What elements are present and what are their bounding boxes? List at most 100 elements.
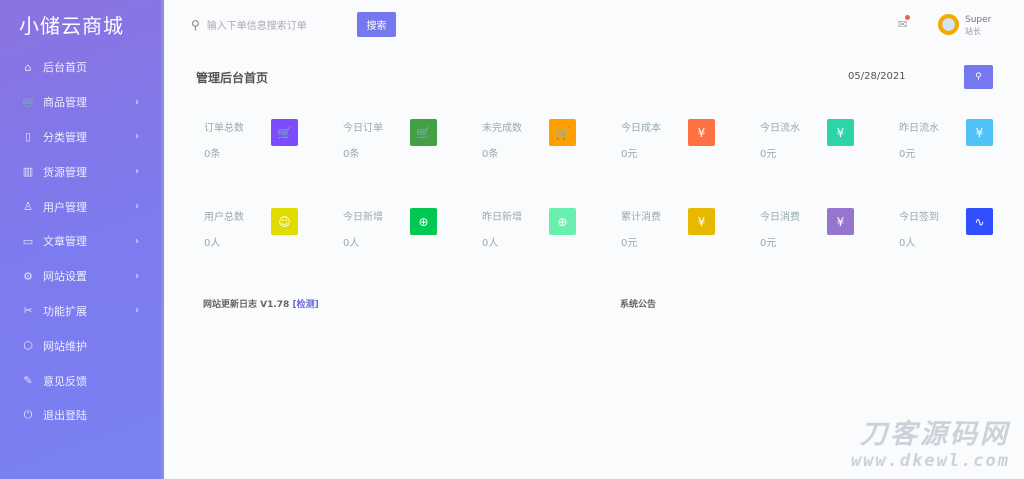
cart-icon: 🛒 bbox=[22, 95, 36, 109]
stat-label: 今日流水 bbox=[760, 123, 800, 134]
stat-value: 0条 bbox=[204, 149, 221, 160]
top-bar: ⚲ 输入下单信息搜索订单 搜索 ✉ Super 站长 bbox=[167, 0, 1024, 50]
stat-icon: ¥ bbox=[688, 208, 715, 235]
stat-label: 今日新增 bbox=[343, 212, 383, 223]
sidebar-item-5[interactable]: ▭ 文章管理 › bbox=[0, 224, 161, 259]
stat-card: 累计消费 0元 ¥ bbox=[621, 208, 751, 268]
stat-card: 用户总数 0人 ☺ bbox=[204, 208, 334, 268]
stat-card: 未完成数 0条 🛒 bbox=[482, 119, 612, 179]
avatar[interactable] bbox=[938, 14, 959, 35]
sidebar-item-10[interactable]: ⏻ 退出登陆 bbox=[0, 398, 161, 433]
mail-icon[interactable]: ✉ bbox=[898, 15, 911, 31]
stat-value: 0元 bbox=[621, 149, 638, 160]
stat-icon: ¥ bbox=[966, 119, 993, 146]
sidebar-item-0[interactable]: ⌂ 后台首页 bbox=[0, 50, 161, 85]
search-button[interactable]: 搜索 bbox=[357, 12, 396, 37]
sidebar-item-label: 用户管理 bbox=[43, 200, 87, 214]
stat-label: 今日订单 bbox=[343, 123, 383, 134]
sidebar-item-8[interactable]: ⬡ 网站维护 bbox=[0, 328, 161, 363]
stat-value: 0条 bbox=[482, 149, 499, 160]
stat-value: 0人 bbox=[343, 238, 360, 249]
sidebar: 小储云商城 ⌂ 后台首页 🛒 商品管理 › ▯ 分类管理 › ▥ 货源管理 › ♙ 用户管理 › ▭ 文章管理… bbox=[0, 0, 164, 479]
stat-value: 0人 bbox=[204, 238, 221, 249]
stat-label: 订单总数 bbox=[204, 123, 244, 134]
sidebar-item-label: 文章管理 bbox=[43, 235, 87, 249]
stat-card: 订单总数 0条 🛒 bbox=[204, 119, 334, 179]
date-input[interactable]: 05/28/2021 bbox=[848, 71, 906, 82]
power-icon: ⏻ bbox=[23, 408, 33, 422]
stat-label: 昨日流水 bbox=[899, 123, 939, 134]
stat-card: 今日成本 0元 ¥ bbox=[621, 119, 751, 179]
extension-icon: ✂ bbox=[23, 304, 33, 318]
stat-label: 今日签到 bbox=[899, 212, 939, 223]
category-icon: ▯ bbox=[24, 130, 32, 144]
stat-label: 用户总数 bbox=[204, 212, 244, 223]
chevron-right-icon: › bbox=[135, 131, 139, 143]
stat-icon: ¥ bbox=[688, 119, 715, 146]
sidebar-item-2[interactable]: ▯ 分类管理 › bbox=[0, 120, 161, 155]
stat-card: 今日消费 0元 ¥ bbox=[760, 208, 890, 268]
sidebar-item-label: 货源管理 bbox=[43, 165, 87, 179]
sidebar-item-9[interactable]: ✎ 意见反馈 bbox=[0, 363, 161, 398]
check-update-link[interactable]: [检测] bbox=[292, 300, 318, 310]
stat-label: 累计消费 bbox=[621, 212, 661, 223]
stat-value: 0元 bbox=[621, 238, 638, 249]
sidebar-item-4[interactable]: ♙ 用户管理 › bbox=[0, 189, 161, 224]
stat-card: 今日新增 0人 ⊕ bbox=[343, 208, 473, 268]
user-role: 站长 bbox=[965, 27, 981, 36]
search-icon: ⚲ bbox=[975, 72, 982, 82]
feedback-icon: ✎ bbox=[23, 374, 33, 388]
sidebar-item-label: 退出登陆 bbox=[43, 409, 87, 423]
app-logo: 小储云商城 bbox=[19, 14, 124, 38]
chevron-right-icon: › bbox=[135, 235, 139, 247]
stat-value: 0条 bbox=[343, 149, 360, 160]
chevron-right-icon: › bbox=[135, 305, 139, 317]
sidebar-item-6[interactable]: ⚙ 网站设置 › bbox=[0, 259, 161, 294]
watermark: 刀客源码网 www.dkewl.com bbox=[850, 419, 1010, 471]
source-icon: ▥ bbox=[22, 165, 34, 179]
date-search-button[interactable]: ⚲ bbox=[964, 65, 993, 89]
stat-label: 未完成数 bbox=[482, 123, 522, 134]
chevron-right-icon: › bbox=[135, 270, 139, 282]
home-icon: ⌂ bbox=[24, 60, 32, 74]
sidebar-item-label: 功能扩展 bbox=[43, 304, 87, 318]
changelog-title: 网站更新日志 V1.78 [检测] bbox=[203, 297, 319, 310]
stat-value: 0人 bbox=[899, 238, 916, 249]
main-content: ⚲ 输入下单信息搜索订单 搜索 ✉ Super 站长 管理后台首页 05/28/… bbox=[167, 0, 1024, 479]
user-icon: ♙ bbox=[23, 200, 33, 214]
stat-value: 0元 bbox=[899, 149, 916, 160]
notice-title: 系统公告 bbox=[620, 300, 657, 310]
stat-label: 昨日新增 bbox=[482, 212, 522, 223]
stat-value: 0元 bbox=[760, 238, 777, 249]
gear-icon: ⚙ bbox=[23, 269, 33, 283]
search-placeholder: 输入下单信息搜索订单 bbox=[206, 21, 307, 32]
stat-card: 今日订单 0条 🛒 bbox=[343, 119, 473, 179]
box-icon: ⬡ bbox=[23, 339, 33, 353]
stat-value: 0元 bbox=[760, 149, 777, 160]
stat-icon: 🛒 bbox=[410, 119, 437, 146]
stat-icon: ¥ bbox=[827, 119, 854, 146]
sidebar-item-7[interactable]: ✂ 功能扩展 › bbox=[0, 294, 161, 329]
search-input[interactable]: ⚲ 输入下单信息搜索订单 bbox=[191, 17, 307, 33]
stat-label: 今日消费 bbox=[760, 212, 800, 223]
stat-value: 0人 bbox=[482, 238, 499, 249]
user-name[interactable]: Super bbox=[965, 15, 991, 25]
stat-icon: ⊕ bbox=[410, 208, 437, 235]
sidebar-item-label: 网站设置 bbox=[43, 270, 87, 284]
stat-label: 今日成本 bbox=[621, 123, 661, 134]
stat-icon: ¥ bbox=[827, 208, 854, 235]
chevron-right-icon: › bbox=[135, 201, 139, 213]
sidebar-item-label: 商品管理 bbox=[43, 96, 87, 110]
changelog-label: 网站更新日志 V1.78 bbox=[203, 300, 290, 310]
sidebar-item-1[interactable]: 🛒 商品管理 › bbox=[0, 85, 161, 120]
stat-card: 今日签到 0人 ∿ bbox=[899, 208, 1024, 268]
sidebar-item-label: 意见反馈 bbox=[43, 374, 87, 388]
stat-icon: ∿ bbox=[966, 208, 993, 235]
page-title: 管理后台首页 bbox=[196, 71, 269, 85]
stat-card: 昨日流水 0元 ¥ bbox=[899, 119, 1024, 179]
notification-dot bbox=[905, 15, 911, 20]
stat-icon: 🛒 bbox=[549, 119, 576, 146]
sidebar-item-label: 分类管理 bbox=[43, 130, 87, 144]
sidebar-item-3[interactable]: ▥ 货源管理 › bbox=[0, 154, 161, 189]
chevron-right-icon: › bbox=[135, 96, 139, 108]
